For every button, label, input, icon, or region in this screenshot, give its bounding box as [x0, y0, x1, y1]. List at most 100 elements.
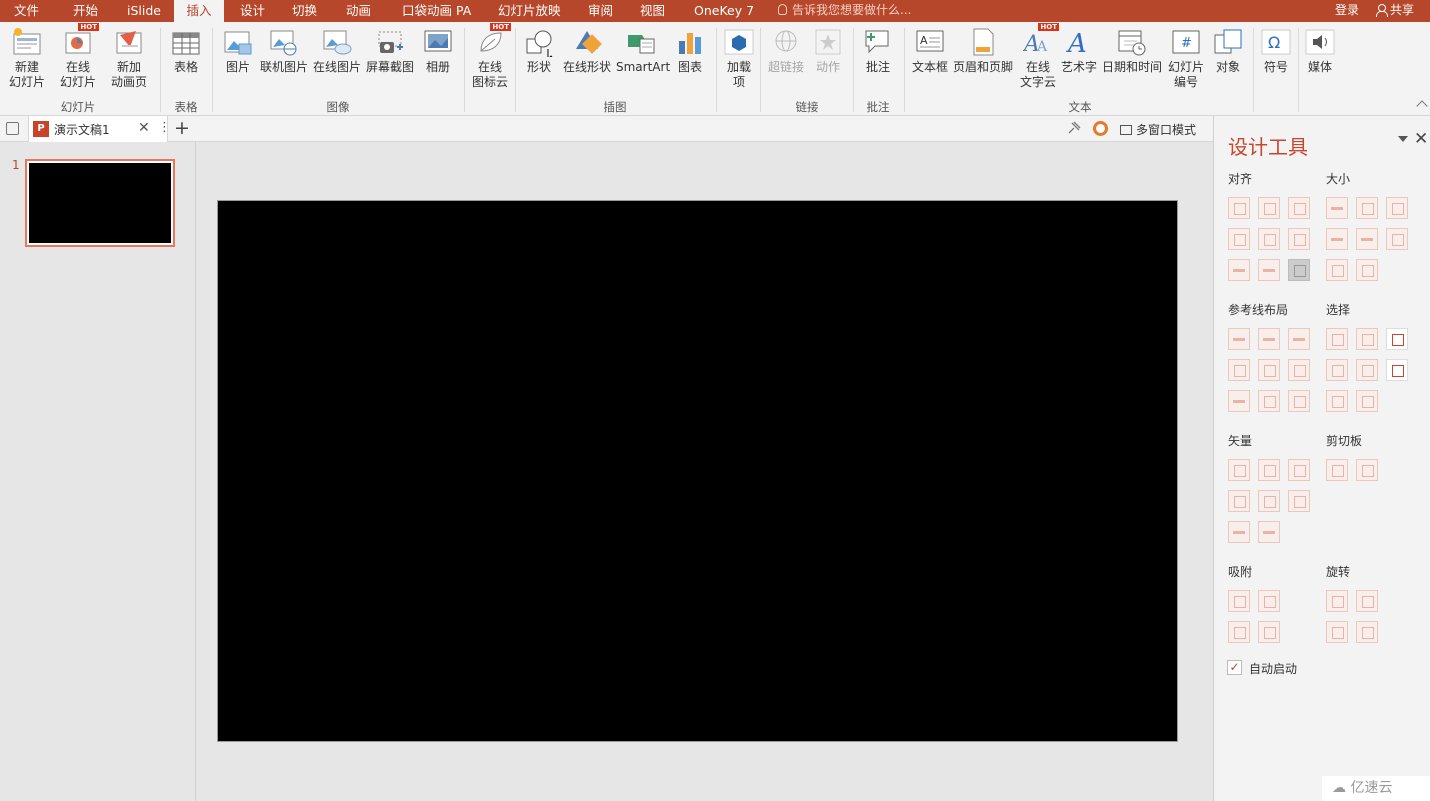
tab-pocket-animation[interactable]: 口袋动画 PA: [402, 0, 471, 22]
tab-home[interactable]: 开始: [73, 0, 98, 22]
tell-me-search[interactable]: 告诉我您想要做什么...: [778, 0, 911, 22]
snap-top-tool[interactable]: [1228, 621, 1250, 643]
addins-button[interactable]: 加载 项: [722, 27, 756, 90]
tab-animations[interactable]: 动画: [346, 0, 371, 22]
select-overlap-tool[interactable]: [1326, 359, 1348, 381]
match-bottom-tool[interactable]: [1356, 228, 1378, 250]
login-button[interactable]: 登录: [1335, 0, 1359, 21]
select-shape-tool[interactable]: [1326, 390, 1348, 412]
slide-thumbnail[interactable]: [25, 159, 175, 247]
guide-center-tool[interactable]: [1258, 328, 1280, 350]
settings-gear-icon[interactable]: [1093, 121, 1108, 136]
chevron-down-icon[interactable]: [1398, 136, 1408, 142]
fragment-tool[interactable]: [1288, 459, 1310, 481]
text-cloud-button[interactable]: A A HOT 在线 文字云: [1018, 23, 1059, 90]
intersect-tool[interactable]: [1228, 490, 1250, 512]
chart-button[interactable]: 图表: [672, 27, 708, 75]
online-picture2-button[interactable]: 在线图片: [312, 27, 362, 75]
hyperlink-button[interactable]: 超链接: [766, 27, 806, 75]
textbox-button[interactable]: A 文本框: [910, 27, 950, 75]
comment-button[interactable]: 批注: [860, 27, 896, 75]
select-layer-tool[interactable]: [1356, 359, 1378, 381]
swap-size-tool[interactable]: [1386, 228, 1408, 250]
union-tool[interactable]: [1228, 459, 1250, 481]
new-anim-page-button[interactable]: 新加 动画页: [106, 27, 152, 90]
tab-slideshow[interactable]: 幻灯片放映: [498, 0, 561, 22]
smartart-button[interactable]: SmartArt: [616, 27, 670, 75]
media-button[interactable]: 媒体: [1302, 27, 1338, 75]
online-picture-button[interactable]: 联机图片: [259, 27, 309, 75]
table-button[interactable]: 表格: [168, 27, 204, 75]
tab-file[interactable]: 文件: [14, 0, 39, 22]
guide-left-tool[interactable]: [1228, 328, 1250, 350]
same-width-tool[interactable]: [1326, 197, 1348, 219]
guide-middle-tool[interactable]: [1258, 359, 1280, 381]
shapes-button[interactable]: 形状: [520, 27, 558, 75]
distribute-horizontal-tool[interactable]: [1228, 259, 1250, 281]
tab-onekey[interactable]: OneKey 7: [694, 0, 754, 22]
picture-button[interactable]: 图片: [220, 27, 256, 75]
tab-design[interactable]: 设计: [240, 0, 265, 22]
tab-islide[interactable]: iSlide: [127, 0, 161, 22]
edit-points-tool[interactable]: [1258, 521, 1280, 543]
paste-icon[interactable]: [1356, 459, 1378, 481]
header-footer-button[interactable]: 页眉和页脚: [952, 27, 1014, 75]
select-back-tool[interactable]: [1356, 390, 1378, 412]
copy-icon[interactable]: [1326, 459, 1348, 481]
match-left-tool[interactable]: [1326, 259, 1348, 281]
add-tab-icon[interactable]: +: [174, 116, 190, 140]
tab-transitions[interactable]: 切换: [292, 0, 317, 22]
guide-top-tool[interactable]: [1228, 359, 1250, 381]
slide-number-button[interactable]: # 幻灯片 编号: [1166, 27, 1206, 90]
tab-insert[interactable]: 插入: [174, 0, 224, 22]
match-right-tool[interactable]: [1356, 259, 1378, 281]
pin-icon[interactable]: [1066, 120, 1082, 136]
datetime-button[interactable]: 日期和时间: [1100, 27, 1164, 75]
combine-tool[interactable]: [1258, 459, 1280, 481]
new-slide-button[interactable]: 新建 幻灯片: [4, 27, 50, 90]
object-button[interactable]: 对象: [1210, 27, 1246, 75]
symbol-button[interactable]: Ω 符号: [1258, 27, 1294, 75]
same-height-tool[interactable]: [1356, 197, 1378, 219]
guide-width-tool[interactable]: [1228, 390, 1250, 412]
same-size-tool[interactable]: [1386, 197, 1408, 219]
align-center-tool[interactable]: [1258, 197, 1280, 219]
multi-window-button[interactable]: 多窗口模式: [1120, 121, 1196, 138]
distribute-vertical-tool[interactable]: [1258, 259, 1280, 281]
rotate-vertical-tool[interactable]: [1326, 590, 1348, 612]
online-shapes-button[interactable]: 在线形状: [562, 27, 612, 75]
auto-start-checkbox[interactable]: ✓: [1227, 660, 1242, 675]
cursor-icon[interactable]: [1386, 359, 1408, 381]
close-icon[interactable]: ✕: [1414, 129, 1428, 149]
skew-tool[interactable]: [1356, 621, 1378, 643]
distribute-grid-tool[interactable]: [1288, 259, 1310, 281]
guide-bottom-tool[interactable]: [1288, 359, 1310, 381]
align-right-tool[interactable]: [1288, 197, 1310, 219]
select-same-tool[interactable]: [1326, 328, 1348, 350]
slide-canvas[interactable]: [217, 200, 1178, 742]
exclude-tool[interactable]: [1288, 490, 1310, 512]
tab-view[interactable]: 视图: [640, 0, 665, 22]
align-left-tool[interactable]: [1228, 197, 1250, 219]
align-bottom-tool[interactable]: [1288, 228, 1310, 250]
guide-grid-tool[interactable]: [1288, 390, 1310, 412]
text-vector-tool[interactable]: [1228, 521, 1250, 543]
more-icon[interactable]: ⋮: [158, 120, 171, 135]
snap-bottom-tool[interactable]: [1258, 621, 1280, 643]
guide-right-tool[interactable]: [1288, 328, 1310, 350]
align-middle-tool[interactable]: [1258, 228, 1280, 250]
rotate-horizontal-tool[interactable]: [1356, 590, 1378, 612]
magic-wand-icon[interactable]: [1386, 328, 1408, 350]
snap-left-tool[interactable]: [1228, 590, 1250, 612]
match-top-tool[interactable]: [1326, 228, 1348, 250]
screenshot-button[interactable]: 屏幕截图: [364, 27, 416, 75]
action-button[interactable]: 动作: [810, 27, 846, 75]
wordart-button[interactable]: A 艺术字: [1060, 27, 1098, 75]
online-slide-button[interactable]: HOT 在线 幻灯片: [56, 23, 100, 90]
tab-review[interactable]: 审阅: [588, 0, 613, 22]
select-group-tool[interactable]: [1356, 328, 1378, 350]
album-button[interactable]: 相册: [420, 27, 456, 75]
document-tab[interactable]: P 演示文稿1 ✕ ⋮: [28, 116, 171, 142]
subtract-tool[interactable]: [1258, 490, 1280, 512]
snap-right-tool[interactable]: [1258, 590, 1280, 612]
